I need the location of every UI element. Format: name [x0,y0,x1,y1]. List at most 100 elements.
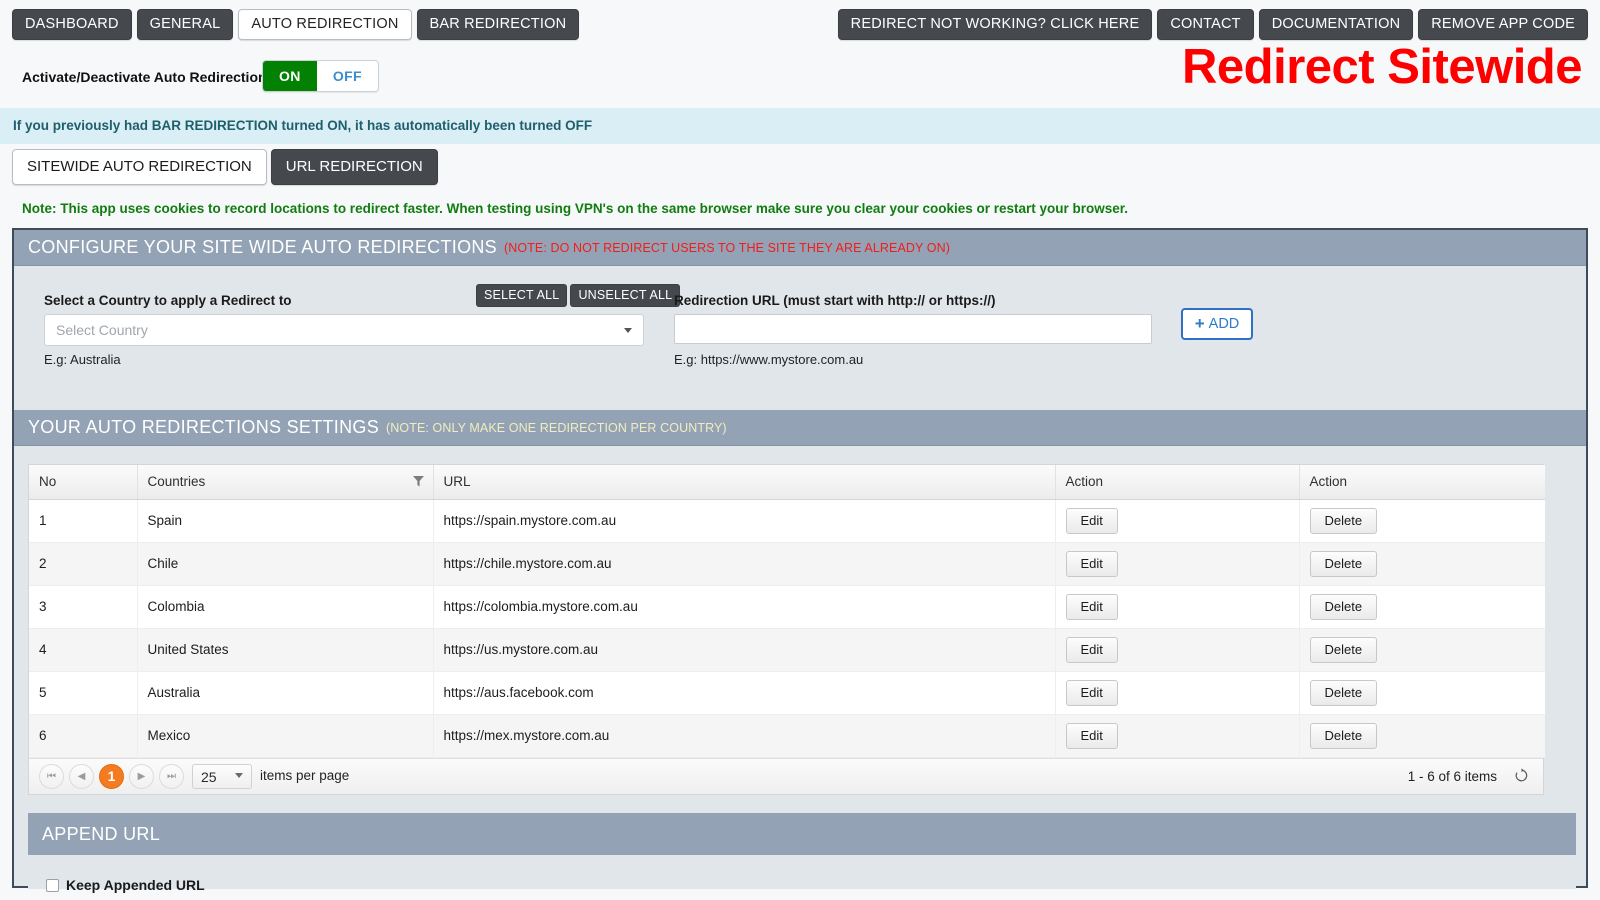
delete-button[interactable]: Delete [1310,680,1378,706]
tab-auto-redirection[interactable]: AUTO REDIRECTION [238,9,411,40]
configure-panel-header: CONFIGURE YOUR SITE WIDE AUTO REDIRECTIO… [14,230,1586,266]
delete-button[interactable]: Delete [1310,637,1378,663]
page-size-value: 25 [201,769,217,785]
link-documentation[interactable]: DOCUMENTATION [1259,9,1414,40]
secondary-link-group: REDIRECT NOT WORKING? CLICK HERE CONTACT… [838,9,1588,40]
append-url-panel-title: APPEND URL [42,824,160,845]
first-page-icon[interactable]: ⏮ [39,764,64,789]
redirections-table-container: No Countries URL Action Action [28,464,1544,795]
cell-no: 2 [29,542,137,585]
cell-edit: Edit [1055,585,1299,628]
page-number-button[interactable]: 1 [99,764,124,789]
delete-button[interactable]: Delete [1310,594,1378,620]
edit-button[interactable]: Edit [1066,508,1118,534]
tab-dashboard[interactable]: DASHBOARD [12,9,132,40]
toggle-off-button[interactable]: OFF [317,61,378,91]
table-header-row: No Countries URL Action Action [29,465,1545,499]
settings-panel-title: YOUR AUTO REDIRECTIONS SETTINGS [28,417,379,438]
previous-page-icon[interactable]: ◀ [69,764,94,789]
country-select-dropdown[interactable]: Select Country [44,314,644,346]
configure-panel-body: Select a Country to apply a Redirect to … [14,266,1586,410]
delete-button[interactable]: Delete [1310,508,1378,534]
edit-button[interactable]: Edit [1066,723,1118,749]
select-all-button-group: SELECT ALL UNSELECT ALL [476,284,680,307]
primary-tab-group: DASHBOARD GENERAL AUTO REDIRECTION BAR R… [12,9,579,40]
table-row: 1 Spain https://spain.mystore.com.au Edi… [29,499,1545,542]
link-redirect-not-working[interactable]: REDIRECT NOT WORKING? CLICK HERE [838,9,1153,40]
table-row: 2 Chile https://chile.mystore.com.au Edi… [29,542,1545,585]
column-header-action-edit[interactable]: Action [1055,465,1299,499]
pager-button-group: ⏮ ◀ 1 ▶ ⏭ [39,764,184,789]
cell-url: https://colombia.mystore.com.au [433,585,1055,628]
cookies-note-top: Note: This app uses cookies to record lo… [22,201,1128,216]
settings-panel-header: YOUR AUTO REDIRECTIONS SETTINGS (NOTE: O… [14,410,1586,446]
settings-panel-note: (NOTE: ONLY MAKE ONE REDIRECTION PER COU… [386,421,727,435]
link-contact[interactable]: CONTACT [1157,9,1253,40]
edit-button[interactable]: Edit [1066,637,1118,663]
page-size-label: items per page [260,768,349,783]
add-button-label: ADD [1209,316,1240,332]
next-page-icon[interactable]: ▶ [129,764,154,789]
cell-country: Mexico [137,714,433,757]
cell-country: Colombia [137,585,433,628]
delete-button[interactable]: Delete [1310,551,1378,577]
configure-panel-title: CONFIGURE YOUR SITE WIDE AUTO REDIRECTIO… [28,237,497,258]
column-header-url[interactable]: URL [433,465,1055,499]
unselect-all-button[interactable]: UNSELECT ALL [570,284,680,307]
cell-url: https://spain.mystore.com.au [433,499,1055,542]
page-size-select[interactable]: 25 [192,764,252,789]
table-row: 6 Mexico https://mex.mystore.com.au Edit… [29,714,1545,757]
activate-toggle-group[interactable]: ON OFF [262,60,379,92]
add-button[interactable]: + ADD [1181,308,1253,340]
cell-delete: Delete [1299,542,1545,585]
table-row: 5 Australia https://aus.facebook.com Edi… [29,671,1545,714]
info-banner: If you previously had BAR REDIRECTION tu… [0,108,1600,144]
column-header-no[interactable]: No [29,465,137,499]
column-header-action-delete[interactable]: Action [1299,465,1545,499]
table-row: 4 United States https://us.mystore.com.a… [29,628,1545,671]
cell-no: 6 [29,714,137,757]
cell-no: 4 [29,628,137,671]
cell-edit: Edit [1055,714,1299,757]
tab-general[interactable]: GENERAL [137,9,234,40]
cell-no: 5 [29,671,137,714]
table-body: 1 Spain https://spain.mystore.com.au Edi… [29,499,1545,757]
edit-button[interactable]: Edit [1066,680,1118,706]
edit-button[interactable]: Edit [1066,594,1118,620]
cell-delete: Delete [1299,671,1545,714]
url-example-text: E.g: https://www.mystore.com.au [674,352,863,367]
table-pager: ⏮ ◀ 1 ▶ ⏭ 25 items per page 1 - 6 of 6 i… [29,758,1543,794]
cell-url: https://chile.mystore.com.au [433,542,1055,585]
keep-appended-url-row[interactable]: Keep Appended URL [46,877,205,893]
redirection-url-input[interactable] [674,314,1152,344]
keep-appended-url-checkbox[interactable] [46,879,59,892]
country-select-placeholder: Select Country [56,322,148,338]
cell-delete: Delete [1299,499,1545,542]
cell-delete: Delete [1299,628,1545,671]
subtab-sitewide-auto-redirection[interactable]: SITEWIDE AUTO REDIRECTION [12,149,267,185]
refresh-icon[interactable] [1514,768,1529,783]
delete-button[interactable]: Delete [1310,723,1378,749]
select-all-button[interactable]: SELECT ALL [476,284,567,307]
filter-icon[interactable] [413,476,424,487]
sub-tab-group: SITEWIDE AUTO REDIRECTION URL REDIRECTIO… [12,149,438,185]
column-header-countries[interactable]: Countries [137,465,433,499]
link-remove-app-code[interactable]: REMOVE APP CODE [1418,9,1588,40]
toggle-on-button[interactable]: ON [263,61,317,91]
country-example-text: E.g: Australia [44,352,121,367]
cell-url: https://us.mystore.com.au [433,628,1055,671]
cell-no: 1 [29,499,137,542]
cell-country: United States [137,628,433,671]
tab-bar-redirection[interactable]: BAR REDIRECTION [417,9,580,40]
cell-delete: Delete [1299,585,1545,628]
info-banner-text: If you previously had BAR REDIRECTION tu… [13,118,592,133]
column-header-countries-label: Countries [148,474,206,489]
main-panel: CONFIGURE YOUR SITE WIDE AUTO REDIRECTIO… [12,228,1588,888]
edit-button[interactable]: Edit [1066,551,1118,577]
cell-edit: Edit [1055,671,1299,714]
item-count-label: 1 - 6 of 6 items [1408,769,1497,784]
subtab-url-redirection[interactable]: URL REDIRECTION [271,149,438,185]
activate-label: Activate/Deactivate Auto Redirection: [22,69,271,85]
cell-edit: Edit [1055,628,1299,671]
last-page-icon[interactable]: ⏭ [159,764,184,789]
